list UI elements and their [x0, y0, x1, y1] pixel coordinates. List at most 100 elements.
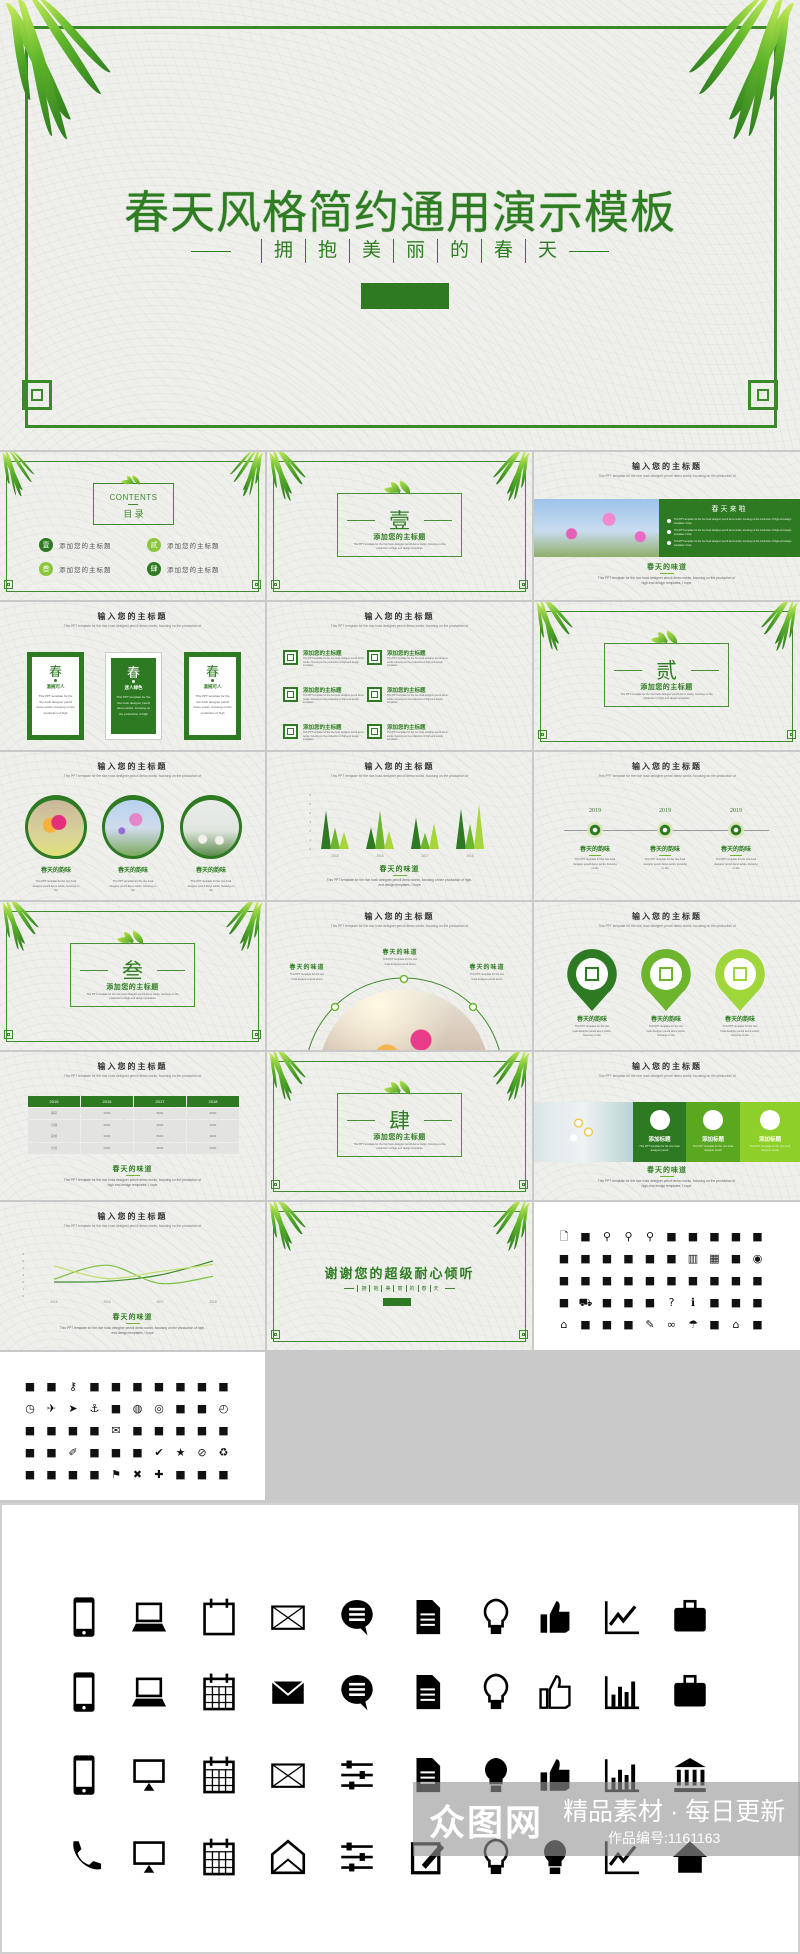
- contents-item-label: 添加您的主标题: [167, 567, 220, 574]
- bar-chart-slide: 输入您的主标题 This PPT template for the rice hu…: [267, 752, 532, 900]
- mouse-icon: ■: [24, 1468, 36, 1481]
- info-icon: ℹ: [690, 1296, 696, 1309]
- timeline-node[interactable]: [728, 822, 744, 838]
- feature-tile[interactable]: 添加标题 This PPT template for the rice husk …: [633, 1102, 686, 1162]
- envelope-outline-icon: [271, 1763, 305, 1788]
- timeline-node[interactable]: [657, 822, 673, 838]
- plug-icon: ■: [89, 1468, 100, 1481]
- bar-triangle: [456, 808, 466, 849]
- feature-tile[interactable]: 添加标题 This PPT template for the rice husk …: [686, 1102, 740, 1162]
- corner-ornament-icon: [271, 1330, 280, 1339]
- contents-item-number: 贰: [147, 538, 161, 552]
- contents-item[interactable]: 贰添加您的主标题: [147, 538, 227, 552]
- cover-button[interactable]: [361, 283, 449, 309]
- photo-tiles-slide: 输入您的主标题 This PPT template for the rice hu…: [534, 1052, 800, 1200]
- bar-triangle: [384, 831, 394, 849]
- slide-heading: 输入您的主标题: [632, 912, 702, 921]
- timeline-node[interactable]: [587, 822, 603, 838]
- feature-tile[interactable]: 添加标题 This PPT template for the rice husk …: [740, 1102, 800, 1162]
- feature-item[interactable]: 添加您的主标题 This PPT template for the rice hu…: [283, 686, 373, 706]
- cover-subtitle: 拥抱美丽的春天: [0, 236, 800, 266]
- globe-icon: ◍: [132, 1402, 143, 1415]
- medkit-icon: ■: [601, 1252, 613, 1265]
- feature-title: 添加您的主标题: [387, 688, 426, 694]
- table-cell: 计划: [28, 1142, 80, 1154]
- tower-icon: ■: [709, 1318, 720, 1331]
- feature-item[interactable]: 添加您的主标题 This PPT template for the rice hu…: [367, 649, 457, 669]
- corner-ornament-icon: [252, 580, 261, 589]
- table-cell: 9000: [187, 1131, 239, 1142]
- feature-text: This PPT template for the rice husk desi…: [303, 694, 364, 705]
- sliders-alt-icon: [341, 1842, 373, 1872]
- caption-title: 春天的味道: [112, 1313, 153, 1321]
- photo-circle: [102, 795, 164, 859]
- timeline-year: 2019: [589, 808, 601, 814]
- folder-user-icon: ■: [666, 1230, 677, 1243]
- card[interactable]: 春温婉可人 This PPT template for the rice husk…: [184, 652, 241, 740]
- caption-body: This PPT template for the rice husk desi…: [326, 878, 473, 887]
- feature-title: 添加您的主标题: [387, 725, 426, 731]
- circle-text: This PPT template for the rice husk desi…: [32, 880, 80, 892]
- thanks-button[interactable]: [383, 1298, 411, 1306]
- feature-item[interactable]: 添加您的主标题 This PPT template for the rice hu…: [283, 649, 373, 669]
- tile-title: 添加标题: [648, 1137, 671, 1143]
- save-icon: ■: [730, 1252, 742, 1265]
- slide-subheading: This PPT template for the rice husk desi…: [598, 474, 736, 478]
- contents-item[interactable]: 肆添加您的主标题: [147, 562, 227, 576]
- watermark-slogan: 精品素材 · 每日更新: [563, 1798, 786, 1826]
- file-search-icon: ■: [687, 1230, 699, 1243]
- subtitle-char: 春: [417, 1284, 427, 1292]
- feature-item[interactable]: 添加您的主标题 This PPT template for the rice hu…: [367, 686, 457, 706]
- pound-icon: ■: [67, 1424, 79, 1437]
- caption-body: This PPT template for the rice husk desi…: [59, 1326, 206, 1335]
- bulb-outline-icon: [483, 1673, 509, 1710]
- x-tick-label: 2015: [331, 854, 338, 858]
- caption-body: This PPT template for the rice husk desi…: [597, 576, 736, 585]
- pin-text: This PPT template for the rice husk desi…: [720, 1025, 760, 1037]
- phone-old-icon: ■: [46, 1468, 57, 1481]
- sprig-icon: [650, 630, 683, 647]
- thumbs-down-icon: ■: [730, 1274, 742, 1287]
- table-cell: 9000: [187, 1108, 239, 1119]
- arc-node: [330, 1002, 340, 1012]
- corner-ornament-icon: [271, 1180, 280, 1189]
- corner-ornament-icon: [748, 380, 778, 410]
- card[interactable]: 春温婉可人 This PPT template for the rice husk…: [27, 652, 84, 740]
- section-title: 添加您的主标题: [640, 683, 693, 691]
- cross-icon: ✖: [132, 1468, 143, 1481]
- pin-title: 春天的韵味: [724, 1017, 755, 1023]
- timeline-year: 2019: [730, 808, 742, 814]
- zoom-out-icon: ⚲: [645, 1230, 655, 1243]
- laptop-icon: [131, 1602, 167, 1632]
- section-slide: 叁添加您的主标题 This PPT template for the rice h…: [0, 902, 265, 1050]
- contents-item[interactable]: 壹添加您的主标题: [39, 538, 119, 552]
- bar-triangle: [411, 817, 421, 849]
- plus-icon: ✚: [154, 1468, 164, 1481]
- divider: [344, 1287, 355, 1289]
- y-tick-label: 5: [22, 1259, 24, 1263]
- feature-item[interactable]: 添加您的主标题 This PPT template for the rice hu…: [367, 723, 457, 743]
- section-number: 贰: [656, 659, 677, 683]
- table-cell: 9000: [187, 1142, 239, 1154]
- subtitle-char: 拥: [260, 239, 305, 263]
- envelope-icon: [271, 1605, 305, 1630]
- x-tick-label: 2017: [156, 1300, 163, 1304]
- section-number: 叁: [122, 959, 143, 983]
- bullet-text: This PPT template for the rice husk desi…: [674, 518, 792, 525]
- suitcase-icon: [674, 1599, 706, 1632]
- contents-item[interactable]: 叁添加您的主标题: [39, 562, 119, 576]
- feature-item[interactable]: 添加您的主标题 This PPT template for the rice hu…: [283, 723, 373, 743]
- caption-body: This PPT template for the rice husk desi…: [63, 1178, 202, 1187]
- arrow-up-bold-icon: ■: [644, 1274, 656, 1287]
- thumbs-up-icon: [540, 1601, 570, 1633]
- bank-icon: ■: [752, 1318, 763, 1331]
- timeline-slide: 输入您的主标题 This PPT template for the rice hu…: [534, 752, 800, 900]
- banner-panel: 春天来啦 This PPT template for the rice husk …: [659, 499, 800, 557]
- slide-subheading: This PPT template for the rice husk desi…: [63, 624, 202, 628]
- subtitle-char: 的: [405, 1284, 415, 1292]
- subtitle-char: 春: [481, 239, 525, 263]
- data-table: 2015 2016 2017 2018 库存 0000 8000 9000 日销 0000 8000…: [28, 1096, 240, 1154]
- card[interactable]: 春迷人绿色 This PPT template for the rice husk…: [105, 652, 162, 740]
- cover-title: 春天风格简约通用演示模板: [123, 188, 676, 238]
- clock-alt-icon: ◴: [218, 1402, 229, 1415]
